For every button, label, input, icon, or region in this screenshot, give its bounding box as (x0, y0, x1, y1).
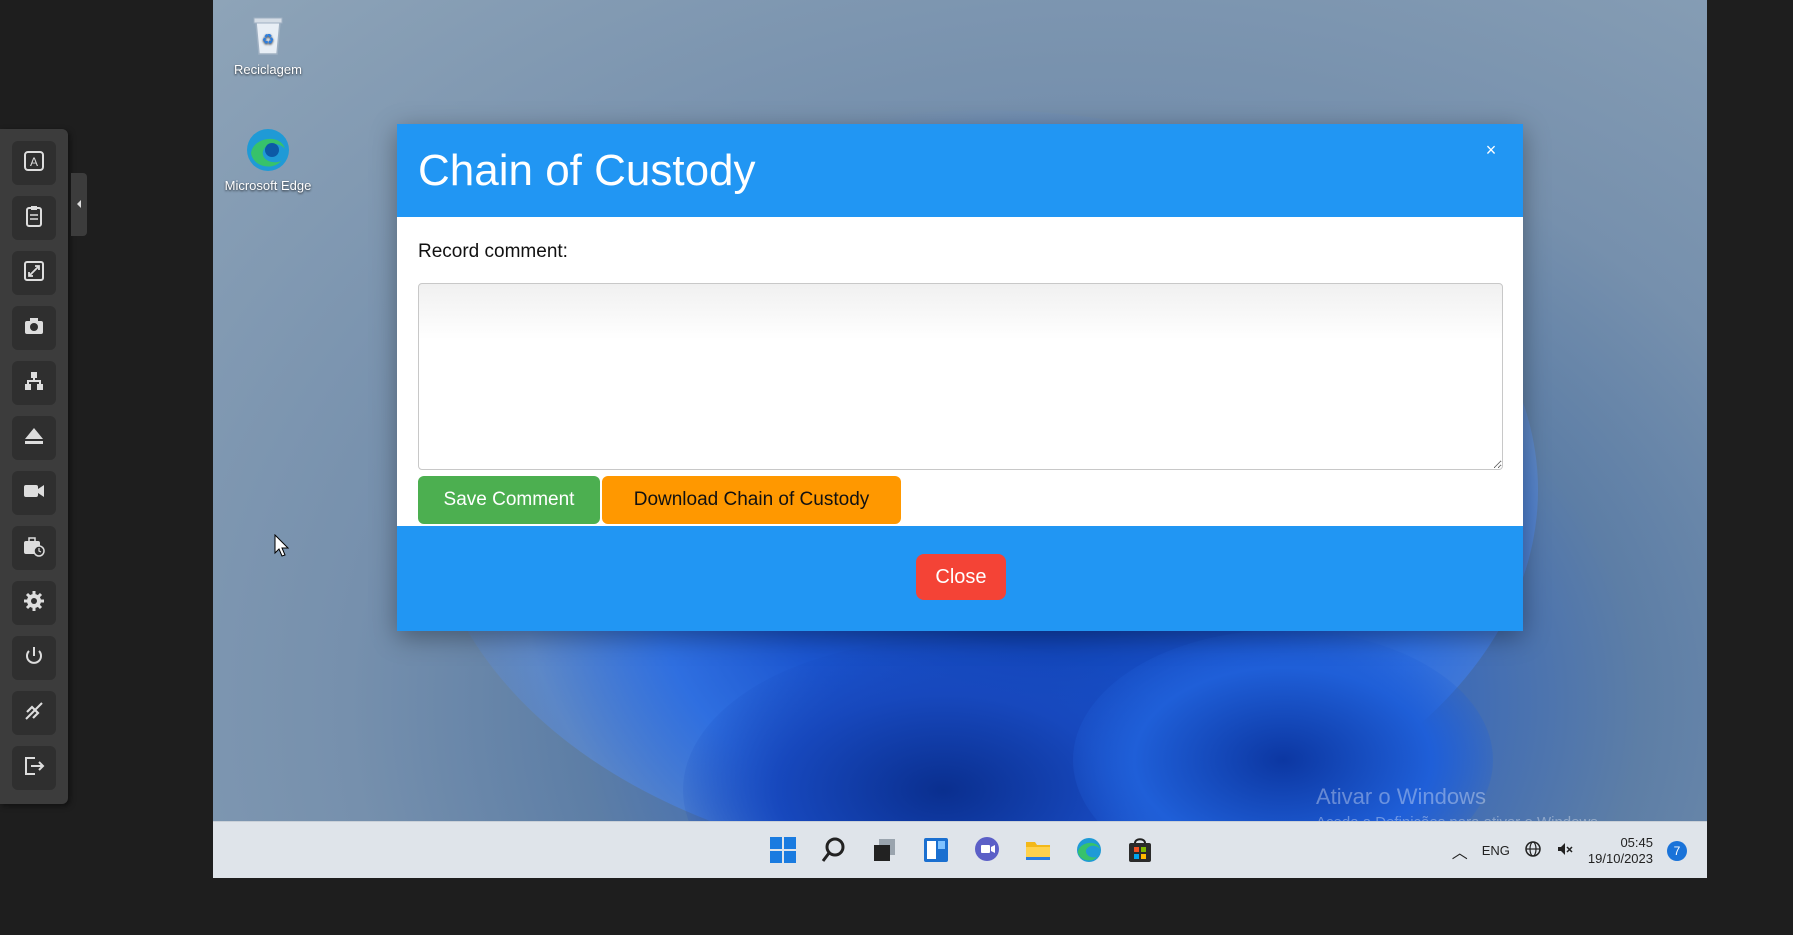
toolbar-collapse-handle[interactable] (71, 173, 87, 236)
network-tool[interactable] (12, 361, 56, 405)
chevron-up-icon[interactable]: ︿ (1452, 839, 1468, 863)
edge-icon[interactable] (1069, 830, 1109, 870)
close-icon[interactable]: × (1479, 138, 1503, 162)
save-comment-button[interactable]: Save Comment (418, 476, 600, 524)
comment-textarea[interactable] (418, 283, 1503, 470)
watermark-title: Ativar o Windows (1316, 784, 1486, 809)
eject-tool[interactable] (12, 416, 56, 460)
download-chain-of-custody-button[interactable]: Download Chain of Custody (602, 476, 901, 524)
search-icon[interactable] (814, 830, 854, 870)
network-icon[interactable] (1524, 840, 1542, 861)
taskbar-apps (763, 830, 1160, 870)
desktop-icon-label: Microsoft Edge (224, 178, 312, 193)
briefcase-clock-icon (23, 535, 45, 562)
record-tool[interactable] (12, 471, 56, 515)
chat-icon[interactable] (967, 830, 1007, 870)
camera-icon (23, 315, 45, 342)
clock-time: 05:45 (1620, 834, 1653, 850)
task-view-icon[interactable] (865, 830, 905, 870)
gear-icon (23, 590, 45, 617)
taskbar: ︿ ENG 05:45 19/10/2023 7 (213, 821, 1707, 878)
settings-tool[interactable] (12, 581, 56, 625)
eject-icon (23, 425, 45, 452)
desktop-icon-edge[interactable]: Microsoft Edge (223, 126, 313, 194)
clipboard-icon (23, 205, 45, 232)
clock-date: 19/10/2023 (1587, 850, 1653, 866)
notification-badge[interactable]: 7 (1667, 840, 1687, 861)
video-camera-icon (23, 480, 45, 507)
session-toolbar: A (0, 129, 68, 804)
system-tray: ︿ ENG 05:45 19/10/2023 7 (1452, 822, 1687, 878)
fullscreen-tool[interactable] (12, 251, 56, 295)
modal-title: Chain of Custody (418, 146, 756, 195)
logout-tool[interactable] (12, 746, 56, 790)
svg-text:A: A (30, 155, 38, 169)
modal-body: Record comment: Save Comment Download Ch… (397, 217, 1523, 526)
recycle-bin-icon: ♻ (244, 10, 292, 58)
clock[interactable]: 05:45 19/10/2023 (1588, 835, 1653, 867)
modal-header: Chain of Custody × (397, 124, 1523, 217)
start-icon[interactable] (763, 830, 803, 870)
unlink-icon (23, 700, 45, 727)
logout-icon (23, 755, 45, 782)
edge-icon (244, 126, 292, 174)
screenshot-tool[interactable] (12, 306, 56, 350)
case-history-tool[interactable] (12, 526, 56, 570)
store-icon[interactable] (1120, 830, 1160, 870)
file-explorer-icon[interactable] (1018, 830, 1058, 870)
modal-footer: Close (397, 526, 1523, 631)
svg-text:♻: ♻ (262, 31, 275, 47)
clipboard-tool[interactable] (12, 196, 56, 240)
chevron-left-icon (75, 196, 83, 214)
disconnect-tool[interactable] (12, 691, 56, 735)
power-icon (23, 645, 45, 672)
network-icon (23, 370, 45, 397)
comment-label: Record comment: (418, 241, 568, 262)
language-indicator[interactable]: ENG (1482, 843, 1510, 858)
mouse-pointer-icon (274, 533, 290, 563)
expand-icon (23, 260, 45, 287)
desktop-icon-recycle-bin[interactable]: ♻ Reciclagem (223, 10, 313, 78)
close-button[interactable]: Close (916, 554, 1006, 600)
power-tool[interactable] (12, 636, 56, 680)
widgets-icon[interactable] (916, 830, 956, 870)
keyboard-a-icon: A (23, 150, 45, 177)
chain-of-custody-modal: Chain of Custody × Record comment: Save … (397, 124, 1523, 631)
keyboard-tool[interactable]: A (12, 141, 56, 185)
desktop-icon-label: Reciclagem (234, 62, 302, 77)
volume-muted-icon[interactable] (1556, 840, 1574, 861)
